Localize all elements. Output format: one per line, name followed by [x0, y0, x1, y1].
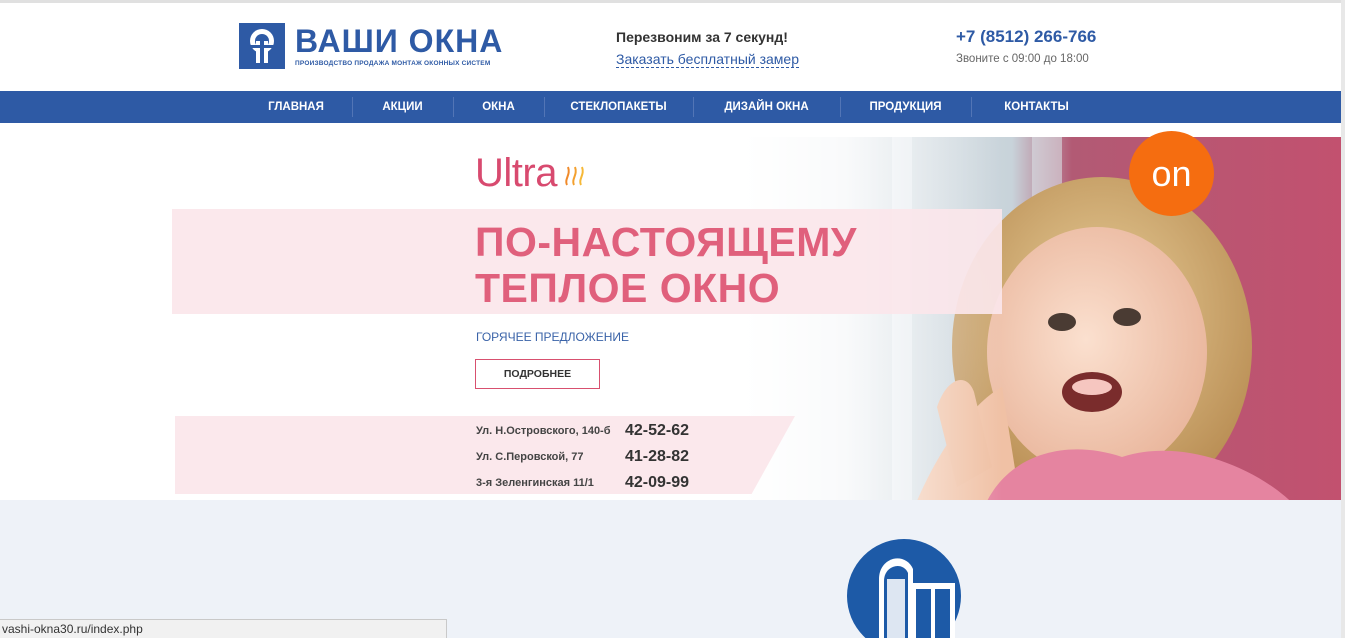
header-phone[interactable]: +7 (8512) 266-766 [956, 27, 1096, 47]
heat-waves-icon [564, 163, 590, 192]
nav-item-contacts[interactable]: КОНТАКТЫ [971, 91, 1102, 123]
address-row: 3-я Зеленгинская 11/1 42-09-99 [476, 470, 689, 496]
site-logo[interactable]: ВАШИ ОКНА ПРОИЗВОДСТВО ПРОДАЖА МОНТАЖ ОК… [239, 23, 503, 69]
main-nav: ГЛАВНАЯ АКЦИИ ОКНА СТЕКЛОПАКЕТЫ ДИЗАЙН О… [0, 91, 1341, 123]
address-text: 3-я Зеленгинская 11/1 [476, 477, 594, 489]
address-text: Ул. С.Перовской, 77 [476, 451, 584, 463]
on-badge: on [1129, 131, 1214, 216]
more-button[interactable]: ПОДРОБНЕЕ [475, 359, 600, 389]
address-phone[interactable]: 42-52-62 [625, 422, 689, 440]
hero-headline: ПО-НАСТОЯЩЕМУ ТЕПЛОЕ ОКНО [475, 219, 857, 311]
hero-banner[interactable]: Ultra ПО-НАСТОЯЩЕМУ ТЕПЛОЕ ОКНО ГОРЯЧЕЕ … [0, 123, 1341, 513]
site-header: ВАШИ ОКНА ПРОИЗВОДСТВО ПРОДАЖА МОНТАЖ ОК… [0, 3, 1341, 91]
contact-phone-block: +7 (8512) 266-766 Звоните с 09:00 до 18:… [956, 27, 1096, 65]
page: ВАШИ ОКНА ПРОИЗВОДСТВО ПРОДАЖА МОНТАЖ ОК… [0, 0, 1345, 638]
nav-item-products[interactable]: ПРОДУКЦИЯ [840, 91, 971, 123]
address-phone[interactable]: 41-28-82 [625, 448, 689, 466]
logo-title: ВАШИ ОКНА [295, 23, 504, 59]
headline-line-1: ПО-НАСТОЯЩЕМУ [475, 219, 857, 265]
logo-window-icon [239, 23, 285, 69]
nav-item-window-design[interactable]: ДИЗАЙН ОКНА [693, 91, 840, 123]
order-measurement-link[interactable]: Заказать бесплатный замер [616, 51, 799, 68]
address-row: Ул. Н.Островского, 140-б 42-52-62 [476, 418, 689, 444]
address-row: Ул. С.Перовской, 77 41-28-82 [476, 444, 689, 470]
browser-status-url: vashi-okna30.ru/index.php [0, 619, 447, 638]
lower-section [0, 500, 1341, 638]
headline-line-2: ТЕПЛОЕ ОКНО [475, 265, 781, 311]
nav-item-glass-units[interactable]: СТЕКЛОПАКЕТЫ [544, 91, 693, 123]
logo-subtitle: ПРОИЗВОДСТВО ПРОДАЖА МОНТАЖ ОКОННЫХ СИСТ… [295, 60, 491, 67]
callback-title: Перезвоним за 7 секунд! [616, 29, 788, 45]
window-circle-icon [847, 539, 961, 638]
page-scrollbar[interactable] [1341, 0, 1345, 638]
nav-item-windows[interactable]: ОКНА [453, 91, 544, 123]
nav-item-home[interactable]: ГЛАВНАЯ [240, 91, 352, 123]
address-phone[interactable]: 42-09-99 [625, 474, 689, 492]
addresses-list: Ул. Н.Островского, 140-б 42-52-62 Ул. С.… [476, 418, 689, 496]
photo-fade-overlay [742, 137, 1002, 513]
working-hours: Звоните с 09:00 до 18:00 [956, 53, 1089, 65]
nav-item-promotions[interactable]: АКЦИИ [352, 91, 453, 123]
callback-block: Перезвоним за 7 секунд! Заказать бесплат… [616, 29, 799, 69]
lower-section-edge [0, 500, 742, 513]
ultra-brand-logo: Ultra [475, 151, 557, 195]
address-text: Ул. Н.Островского, 140-б [476, 425, 611, 437]
hot-offer-label: ГОРЯЧЕЕ ПРЕДЛОЖЕНИЕ [476, 330, 629, 344]
